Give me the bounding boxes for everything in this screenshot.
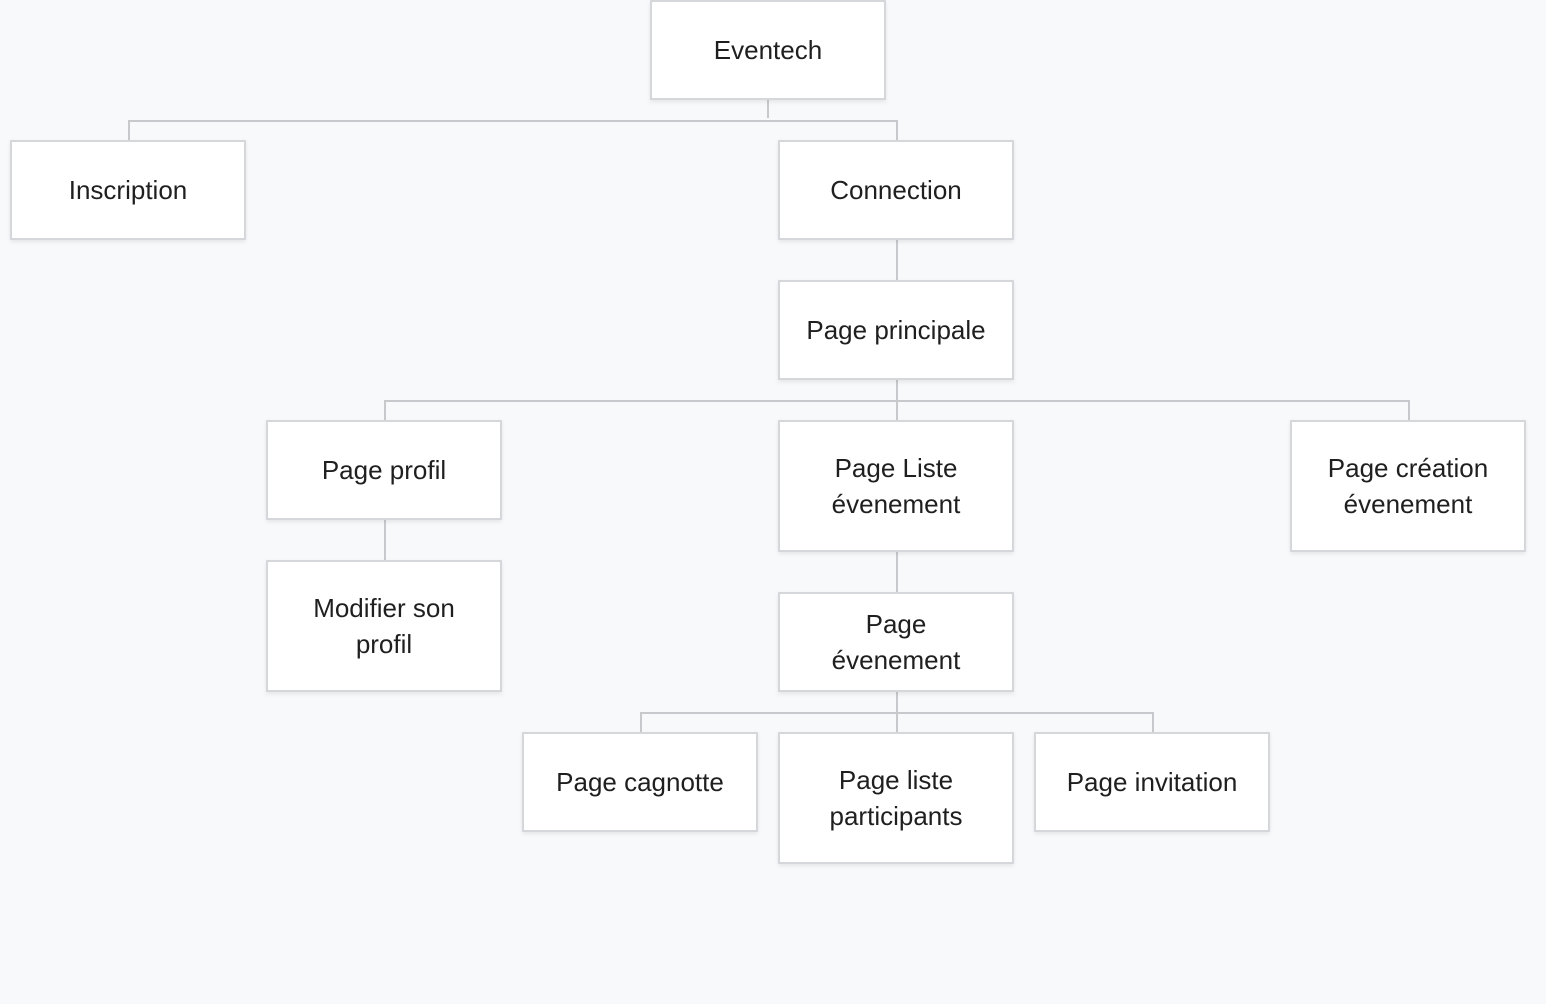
node-connection-label: Connection [830, 175, 962, 205]
node-page-liste-participants-label: Page liste participants [829, 765, 963, 831]
node-eventech: Eventech [650, 0, 886, 100]
node-inscription-label: Inscription [68, 175, 188, 205]
node-page-profil: Page profil [266, 420, 502, 520]
node-page-liste-evenement: Page Liste évenement [778, 420, 1014, 552]
node-page-liste-evenement-label: Page Liste évenement [831, 453, 961, 519]
node-page-profil-label: Page profil [321, 455, 447, 485]
node-page-cagnotte-label: Page cagnotte [556, 767, 724, 797]
node-page-creation-evenement-label: Page création évenement [1327, 453, 1489, 519]
sitemap-diagram: Eventech Inscription Connection Page pri… [0, 0, 1546, 1004]
node-page-principale: Page principale [778, 280, 1014, 380]
node-page-principale-label: Page principale [806, 315, 986, 345]
node-page-cagnotte: Page cagnotte [522, 732, 758, 832]
node-page-invitation: Page invitation [1034, 732, 1270, 832]
node-page-invitation-label: Page invitation [1066, 767, 1238, 797]
node-connection: Connection [778, 140, 1014, 240]
node-page-evenement-label: Page évenement [831, 609, 961, 675]
node-modifier-son-profil-label: Modifier son profil [313, 593, 455, 659]
node-inscription: Inscription [10, 140, 246, 240]
node-modifier-son-profil: Modifier son profil [266, 560, 502, 692]
node-page-creation-evenement: Page création évenement [1290, 420, 1526, 552]
node-page-liste-participants: Page liste participants [778, 732, 1014, 864]
node-page-evenement: Page évenement [778, 592, 1014, 692]
node-eventech-label: Eventech [713, 35, 823, 65]
